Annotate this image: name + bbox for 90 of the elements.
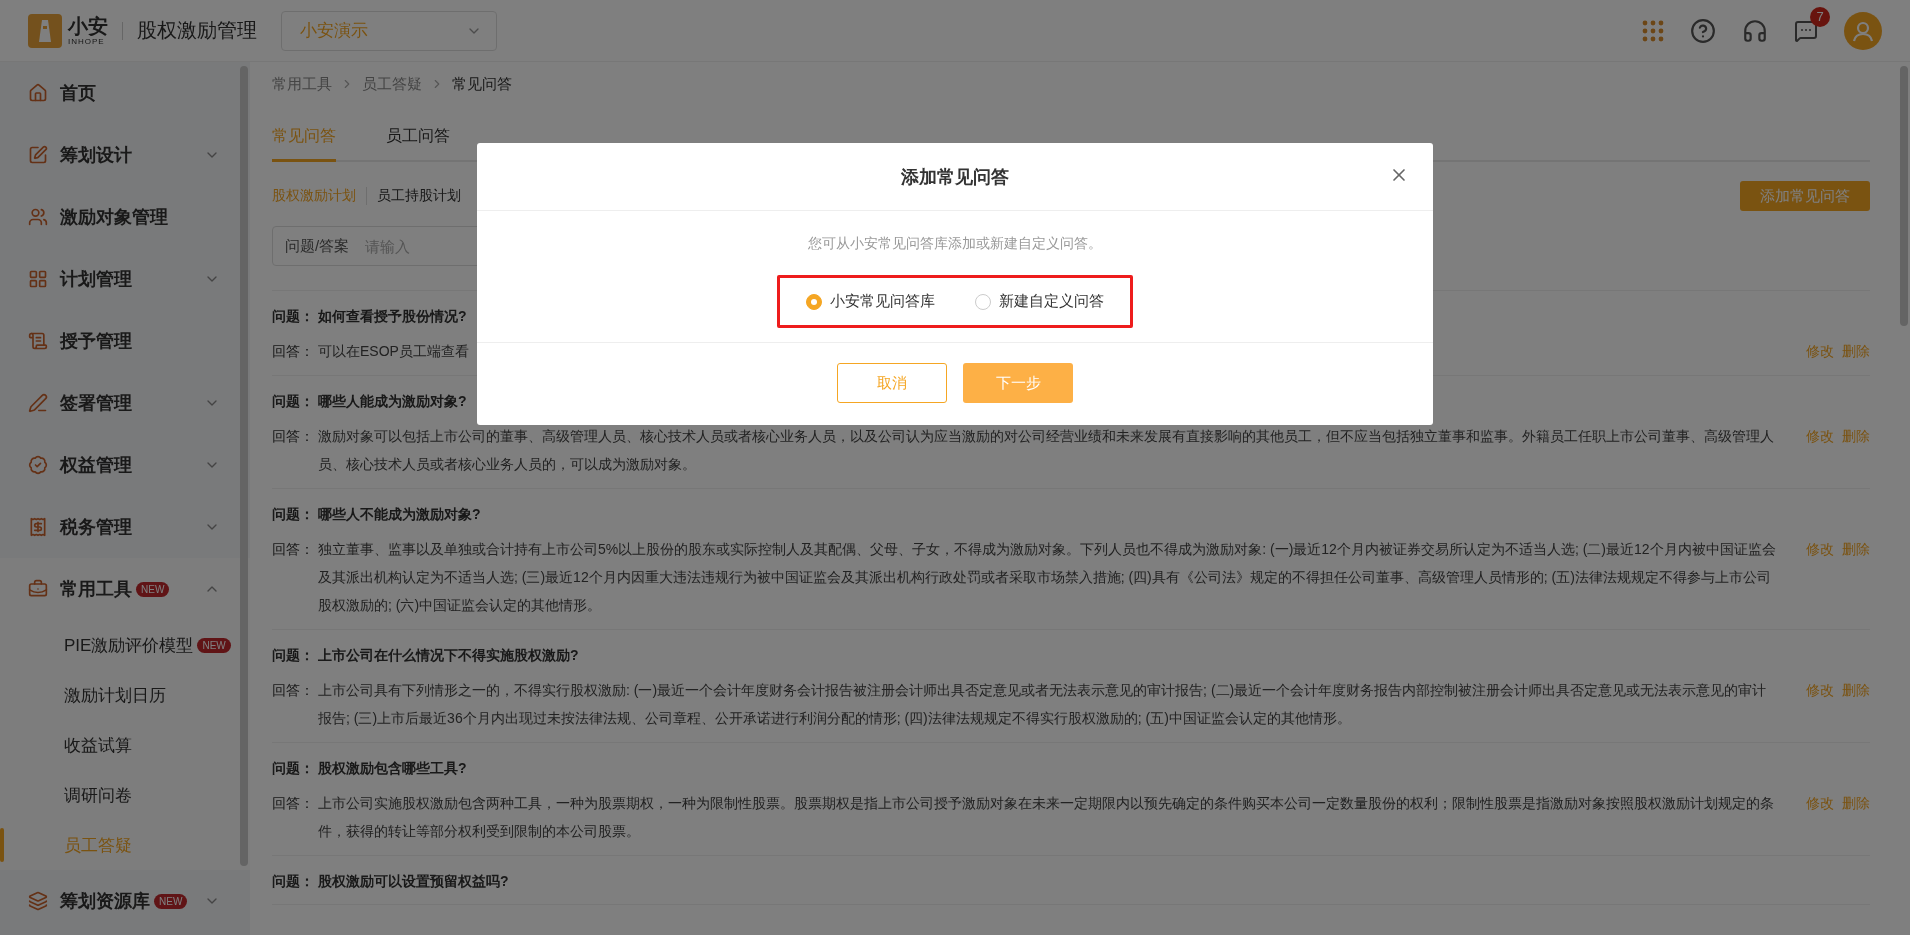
action-link[interactable]: 修改	[1806, 337, 1834, 365]
action-link[interactable]: 删除	[1842, 535, 1870, 619]
action-link[interactable]: 修改	[1806, 422, 1834, 478]
sidebar-subitem[interactable]: PIE激励评价模型 NEW	[0, 620, 240, 670]
layers-icon	[28, 891, 48, 911]
sidebar-item[interactable]: 激励对象管理	[0, 186, 240, 248]
answer-text: 独立董事、监事以及单独或合计持有上市公司5%以上股份的股东或实际控制人及其配偶、父母、子女，不得成为激励对象。下列人员也不得成为激励对象: (一)最近12个月内被证券交易所认定为不适当人选; (二)最近12个月内被中国证监会及其派出机构认定为不适当人选; (三)最近12个月内因重大违法违规行为被中国证监会及其派出机构行政处罚或者采取市场禁入措施; (四)具有《公司法》规定的不得担任公司董事、高级管理人员情形的; (五)法律法规规定不得参与上市公司股权激励的; (六)中国证监会认定的其他情形。	[318, 540, 1776, 615]
sidebar-item[interactable]: 签署管理	[0, 372, 240, 434]
sidebar-item[interactable]: 首页	[0, 62, 240, 124]
scrollbar[interactable]	[240, 66, 248, 866]
document-icon	[28, 331, 48, 351]
answer-text: 上市公司实施股权激励包含两种工具，一种为股票期权，一种为限制性股票。股票期权是指上市公司授予激励对象在未来一定期限内以预先确定的条件购买本公司一定数量股份的权利；限制性股票是指激励对象按照股权激励计划规定的条件，获得的转让等部分权利受到限制的本公司股票。	[318, 794, 1775, 841]
action-link[interactable]: 修改	[1806, 676, 1834, 732]
question-text: 上市公司在什么情况下不得实施股权激励?	[318, 646, 579, 665]
subtab[interactable]: 员工持股计划	[366, 187, 471, 205]
answer-label: 回答：	[272, 681, 315, 700]
question-label: 问题：	[272, 646, 315, 665]
sidebar-item[interactable]: 权益管理	[0, 434, 240, 496]
option-label: 新建自定义问答	[999, 292, 1104, 311]
edit-icon	[28, 145, 48, 165]
sidebar-subitem[interactable]: 员工答疑	[0, 820, 240, 870]
new-badge: NEW	[154, 893, 188, 909]
answer-label: 回答：	[272, 427, 315, 446]
badge-icon	[28, 455, 48, 475]
answer-text: 可以在ESOP员工端查看	[318, 342, 470, 361]
apps-grid-icon[interactable]	[1642, 19, 1664, 42]
dialog-hint: 您可从小安常见问答库添加或新建自定义问答。	[808, 235, 1102, 253]
receipt-icon	[28, 517, 48, 537]
search-label: 问题/答案	[285, 236, 350, 256]
answer-label: 回答：	[272, 540, 315, 559]
avatar[interactable]	[1844, 11, 1882, 50]
logo-icon	[28, 13, 62, 48]
app-title: 股权激励管理	[137, 18, 257, 43]
action-link[interactable]: 删除	[1842, 337, 1870, 365]
tab[interactable]: 常见问答	[272, 114, 336, 162]
sidebar-subitem[interactable]: 调研问卷	[0, 770, 240, 820]
answer-text: 激励对象可以包括上市公司的董事、高级管理人员、核心技术人员或者核心业务人员，以及公司认为应当激励的对公司经营业绩和未来发展有直接影响的其他员工，但不应当包括独立董事和监事。外籍员工任职上市公司董事、高级管理人员、核心技术人员或者核心业务人员的，可以成为激励对象。	[318, 427, 1775, 474]
grid-icon	[28, 269, 48, 289]
logo-name: 小安	[68, 15, 108, 36]
question-label: 问题：	[272, 872, 315, 891]
sidebar-item[interactable]: 常用工具 NEW	[0, 558, 240, 620]
new-badge: NEW	[136, 581, 170, 597]
answer-label: 回答：	[272, 342, 315, 361]
question-text: 股权激励包含哪些工具?	[318, 759, 467, 778]
organization-select[interactable]: 小安演示	[281, 10, 497, 51]
radio-option[interactable]: 小安常见问答库	[806, 292, 935, 311]
question-text: 如何查看授予股份情况?	[318, 307, 467, 326]
breadcrumb-item: 常见问答	[452, 74, 512, 94]
answer-label: 回答：	[272, 794, 315, 813]
question-text: 股权激励可以设置预留权益吗?	[318, 872, 509, 891]
logo-subtitle: INHOPE	[68, 37, 106, 46]
radio-option[interactable]: 新建自定义问答	[975, 292, 1104, 311]
question-text: 哪些人能成为激励对象?	[318, 392, 467, 411]
answer-text: 上市公司具有下列情形之一的，不得实行股权激励: (一)最近一个会计年度财务会计报告被注册会计师出具否定意见或者无法表示意见的审计报告; (二)最近一个会计年度财务报告内部控制被注册会计师出具否定意见或无法表示意见的审计报告; (三)上市后最近36个月内出现过未按法律法规、公司章程、公开承诺进行利润分配的情形; (四)法律法规规定不得实行股权激励的; (五)中国证监会认定的其他情形。	[318, 681, 1768, 728]
home-icon	[28, 83, 48, 103]
sidebar-item[interactable]: 授予管理	[0, 310, 240, 372]
radio-button[interactable]	[806, 293, 822, 310]
question-label: 问题：	[272, 505, 315, 524]
sidebar-item[interactable]: 筹划设计	[0, 124, 240, 186]
next-button[interactable]: 下一步	[963, 363, 1073, 403]
new-badge: NEW	[197, 637, 231, 653]
notification-badge: 7	[1810, 6, 1830, 27]
question-label: 问题：	[272, 759, 315, 778]
action-link[interactable]: 删除	[1842, 676, 1870, 732]
users-icon	[28, 207, 48, 227]
sidebar-item[interactable]: 筹划资源库 NEW	[0, 870, 240, 932]
headset-icon[interactable]	[1742, 17, 1768, 44]
action-link[interactable]: 删除	[1842, 422, 1870, 478]
action-link[interactable]: 删除	[1842, 789, 1870, 845]
sidebar-subitem[interactable]: 收益试算	[0, 720, 240, 770]
sidebar-subitem[interactable]: 激励计划日历	[0, 670, 240, 720]
question-text: 哪些人不能成为激励对象?	[318, 505, 481, 524]
option-label: 小安常见问答库	[830, 292, 935, 311]
briefcase-icon	[28, 579, 48, 599]
action-link[interactable]: 修改	[1806, 789, 1834, 845]
tab[interactable]: 员工问答	[386, 114, 450, 162]
sidebar-item[interactable]: 税务管理	[0, 496, 240, 558]
question-label: 问题：	[272, 392, 315, 411]
cancel-button[interactable]: 取消	[837, 363, 947, 403]
question-label: 问题：	[272, 307, 315, 326]
add-faq-button[interactable]: 添加常见问答	[1740, 181, 1870, 211]
subtab[interactable]: 股权激励计划	[272, 187, 366, 205]
scrollbar[interactable]	[1900, 66, 1908, 326]
message-icon[interactable]	[1794, 18, 1818, 43]
action-link[interactable]: 修改	[1806, 535, 1834, 619]
sidebar-item[interactable]: 计划管理	[0, 248, 240, 310]
radio-button[interactable]	[975, 293, 991, 310]
dialog-title: 添加常见问答	[901, 165, 1009, 189]
help-icon[interactable]	[1690, 17, 1716, 44]
pen-icon	[28, 393, 48, 413]
